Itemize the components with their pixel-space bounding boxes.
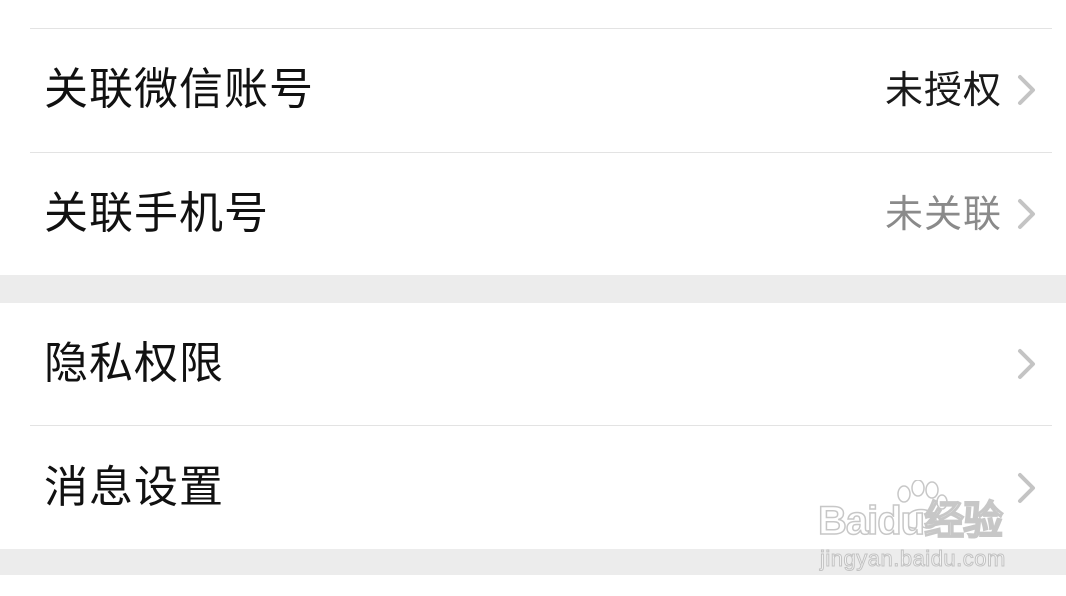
link-phone-number-label: 关联手机号: [44, 188, 269, 239]
privacy-permissions-row[interactable]: 隐私权限: [0, 303, 1066, 425]
wechat-auth-status: 未授权: [884, 68, 1002, 112]
link-wechat-account-row[interactable]: 关联微信账号 未授权: [0, 29, 1066, 151]
message-settings-row[interactable]: 消息设置: [0, 427, 1066, 549]
account-link-group: 关联微信账号 未授权 关联手机号 未关联: [0, 29, 1066, 275]
chevron-right-icon: [1018, 75, 1035, 105]
privacy-permissions-label: 隐私权限: [44, 338, 224, 389]
chevron-right-icon: [1018, 199, 1035, 229]
row-divider: [30, 425, 1052, 426]
section-gap-bottom: [0, 549, 1066, 575]
chevron-right-icon: [1018, 349, 1035, 379]
link-wechat-account-label: 关联微信账号: [44, 64, 314, 115]
section-gap: [0, 275, 1066, 303]
chevron-right-icon: [1018, 473, 1035, 503]
phone-link-status: 未关联: [884, 192, 1002, 236]
link-phone-number-row[interactable]: 关联手机号 未关联: [0, 153, 1066, 275]
privacy-message-group: 隐私权限 消息设置: [0, 303, 1066, 549]
message-settings-label: 消息设置: [44, 462, 224, 513]
